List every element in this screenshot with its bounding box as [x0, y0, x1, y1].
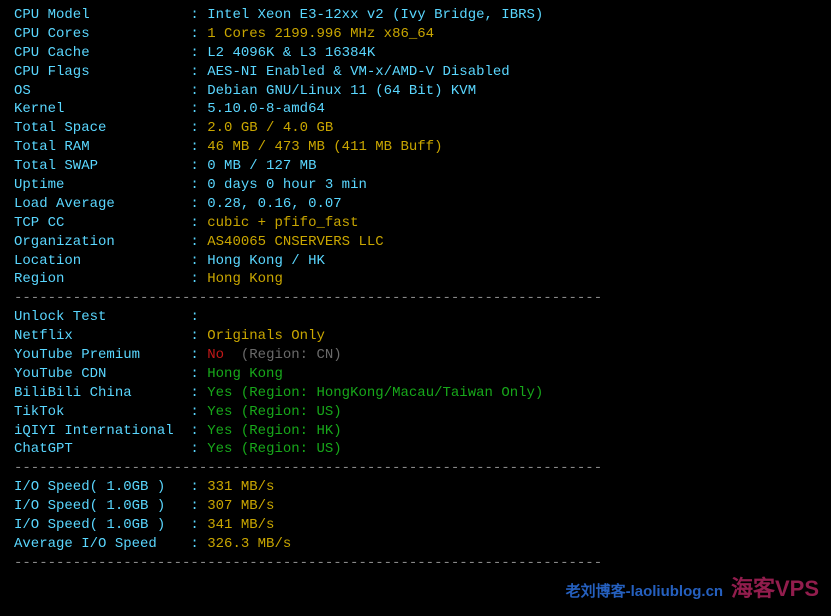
- info-row-region: Region : Hong Kong: [14, 270, 817, 289]
- info-label: Organization: [14, 234, 182, 250]
- io-value: 331 MB/s: [207, 479, 274, 495]
- info-label: TCP CC: [14, 215, 182, 231]
- info-row-os: OS : Debian GNU/Linux 11 (64 Bit) KVM: [14, 82, 817, 101]
- io-value: 341 MB/s: [207, 517, 274, 533]
- info-value: 0 days 0 hour 3 min: [207, 177, 367, 193]
- io-label: I/O Speed( 1.0GB ): [14, 479, 182, 495]
- io-row: I/O Speed( 1.0GB ) : 341 MB/s: [14, 516, 817, 535]
- info-label: CPU Flags: [14, 64, 182, 80]
- io-row: I/O Speed( 1.0GB ) : 307 MB/s: [14, 497, 817, 516]
- info-label: CPU Cache: [14, 45, 182, 61]
- info-row-kernel: Kernel : 5.10.0-8-amd64: [14, 100, 817, 119]
- info-label: CPU Cores: [14, 26, 182, 42]
- info-row-cpu_model: CPU Model : Intel Xeon E3-12xx v2 (Ivy B…: [14, 6, 817, 25]
- unlock-header-label: Unlock Test: [14, 309, 106, 325]
- system-info-section: CPU Model : Intel Xeon E3-12xx v2 (Ivy B…: [14, 6, 817, 289]
- info-row-loc: Location : Hong Kong / HK: [14, 252, 817, 271]
- info-value: L2 4096K & L3 16384K: [207, 45, 375, 61]
- info-row-swap: Total SWAP : 0 MB / 127 MB: [14, 157, 817, 176]
- info-label: Total Space: [14, 120, 182, 136]
- unlock-label: iQIYI International: [14, 423, 182, 439]
- unlock-test-section: Netflix : Originals OnlyYouTube Premium …: [14, 327, 817, 459]
- info-value: Intel Xeon E3-12xx v2 (Ivy Bridge, IBRS): [207, 7, 543, 23]
- info-value: Hong Kong / HK: [207, 253, 325, 269]
- info-row-cpu_cores: CPU Cores : 1 Cores 2199.996 MHz x86_64: [14, 25, 817, 44]
- unlock-value: Yes: [207, 385, 232, 401]
- unlock-row: TikTok : Yes (Region: US): [14, 403, 817, 422]
- info-label: OS: [14, 83, 182, 99]
- unlock-label: YouTube CDN: [14, 366, 182, 382]
- unlock-note: (Region: US): [232, 441, 341, 457]
- unlock-header-row: Unlock Test :: [14, 308, 817, 327]
- info-value: Debian GNU/Linux 11 (64 Bit) KVM: [207, 83, 476, 99]
- unlock-note: (Region: HongKong/Macau/Taiwan Only): [232, 385, 543, 401]
- info-row-uptime: Uptime : 0 days 0 hour 3 min: [14, 176, 817, 195]
- info-value: 1 Cores 2199.996 MHz x86_64: [207, 26, 434, 42]
- info-label: Kernel: [14, 101, 182, 117]
- io-label: I/O Speed( 1.0GB ): [14, 498, 182, 514]
- unlock-row: YouTube CDN : Hong Kong: [14, 365, 817, 384]
- info-row-cpu_cache: CPU Cache : L2 4096K & L3 16384K: [14, 44, 817, 63]
- info-row-org: Organization : AS40065 CNSERVERS LLC: [14, 233, 817, 252]
- io-row: I/O Speed( 1.0GB ) : 331 MB/s: [14, 478, 817, 497]
- info-value: AES-NI Enabled & VM-x/AMD-V Disabled: [207, 64, 509, 80]
- info-value: Hong Kong: [207, 271, 283, 287]
- info-value: 5.10.0-8-amd64: [207, 101, 325, 117]
- info-row-load: Load Average : 0.28, 0.16, 0.07: [14, 195, 817, 214]
- unlock-row: YouTube Premium : No (Region: CN): [14, 346, 817, 365]
- info-row-ram: Total RAM : 46 MB / 473 MB (411 MB Buff): [14, 138, 817, 157]
- watermark-text-1: 老刘博客-laoliublog.cn: [566, 583, 724, 600]
- io-value: 307 MB/s: [207, 498, 274, 514]
- unlock-row: BiliBili China : Yes (Region: HongKong/M…: [14, 384, 817, 403]
- info-value: cubic + pfifo_fast: [207, 215, 358, 231]
- unlock-note: (Region: CN): [224, 347, 342, 363]
- info-label: Total SWAP: [14, 158, 182, 174]
- io-value: 326.3 MB/s: [207, 536, 291, 552]
- unlock-row: ChatGPT : Yes (Region: US): [14, 440, 817, 459]
- unlock-label: YouTube Premium: [14, 347, 182, 363]
- info-value: AS40065 CNSERVERS LLC: [207, 234, 383, 250]
- info-label: Region: [14, 271, 182, 287]
- info-label: Location: [14, 253, 182, 269]
- unlock-label: BiliBili China: [14, 385, 182, 401]
- divider: ----------------------------------------…: [14, 554, 817, 573]
- info-value: 46 MB / 473 MB (411 MB Buff): [207, 139, 442, 155]
- unlock-value: Yes: [207, 441, 232, 457]
- watermark-text-2: 海客VPS: [731, 576, 819, 601]
- divider: ----------------------------------------…: [14, 289, 817, 308]
- info-label: Total RAM: [14, 139, 182, 155]
- unlock-note: (Region: HK): [232, 423, 341, 439]
- info-row-cpu_flags: CPU Flags : AES-NI Enabled & VM-x/AMD-V …: [14, 63, 817, 82]
- divider: ----------------------------------------…: [14, 459, 817, 478]
- unlock-label: TikTok: [14, 404, 182, 420]
- unlock-value: Yes: [207, 404, 232, 420]
- info-label: Uptime: [14, 177, 182, 193]
- info-value: 2.0 GB / 4.0 GB: [207, 120, 333, 136]
- io-label: I/O Speed( 1.0GB ): [14, 517, 182, 533]
- unlock-value: Yes: [207, 423, 232, 439]
- info-row-space: Total Space : 2.0 GB / 4.0 GB: [14, 119, 817, 138]
- info-value: 0 MB / 127 MB: [207, 158, 316, 174]
- unlock-row: iQIYI International : Yes (Region: HK): [14, 422, 817, 441]
- io-speed-section: I/O Speed( 1.0GB ) : 331 MB/sI/O Speed( …: [14, 478, 817, 554]
- unlock-row: Netflix : Originals Only: [14, 327, 817, 346]
- unlock-value: No: [207, 347, 224, 363]
- info-label: Load Average: [14, 196, 182, 212]
- unlock-value: Hong Kong: [207, 366, 283, 382]
- unlock-label: ChatGPT: [14, 441, 182, 457]
- info-label: CPU Model: [14, 7, 182, 23]
- io-row: Average I/O Speed : 326.3 MB/s: [14, 535, 817, 554]
- io-label: Average I/O Speed: [14, 536, 182, 552]
- unlock-label: Netflix: [14, 328, 182, 344]
- unlock-value: Originals Only: [207, 328, 325, 344]
- unlock-note: (Region: US): [232, 404, 341, 420]
- info-row-tcpcc: TCP CC : cubic + pfifo_fast: [14, 214, 817, 233]
- info-value: 0.28, 0.16, 0.07: [207, 196, 341, 212]
- watermark: 老刘博客-laoliublog.cn 海客VPS: [566, 574, 819, 604]
